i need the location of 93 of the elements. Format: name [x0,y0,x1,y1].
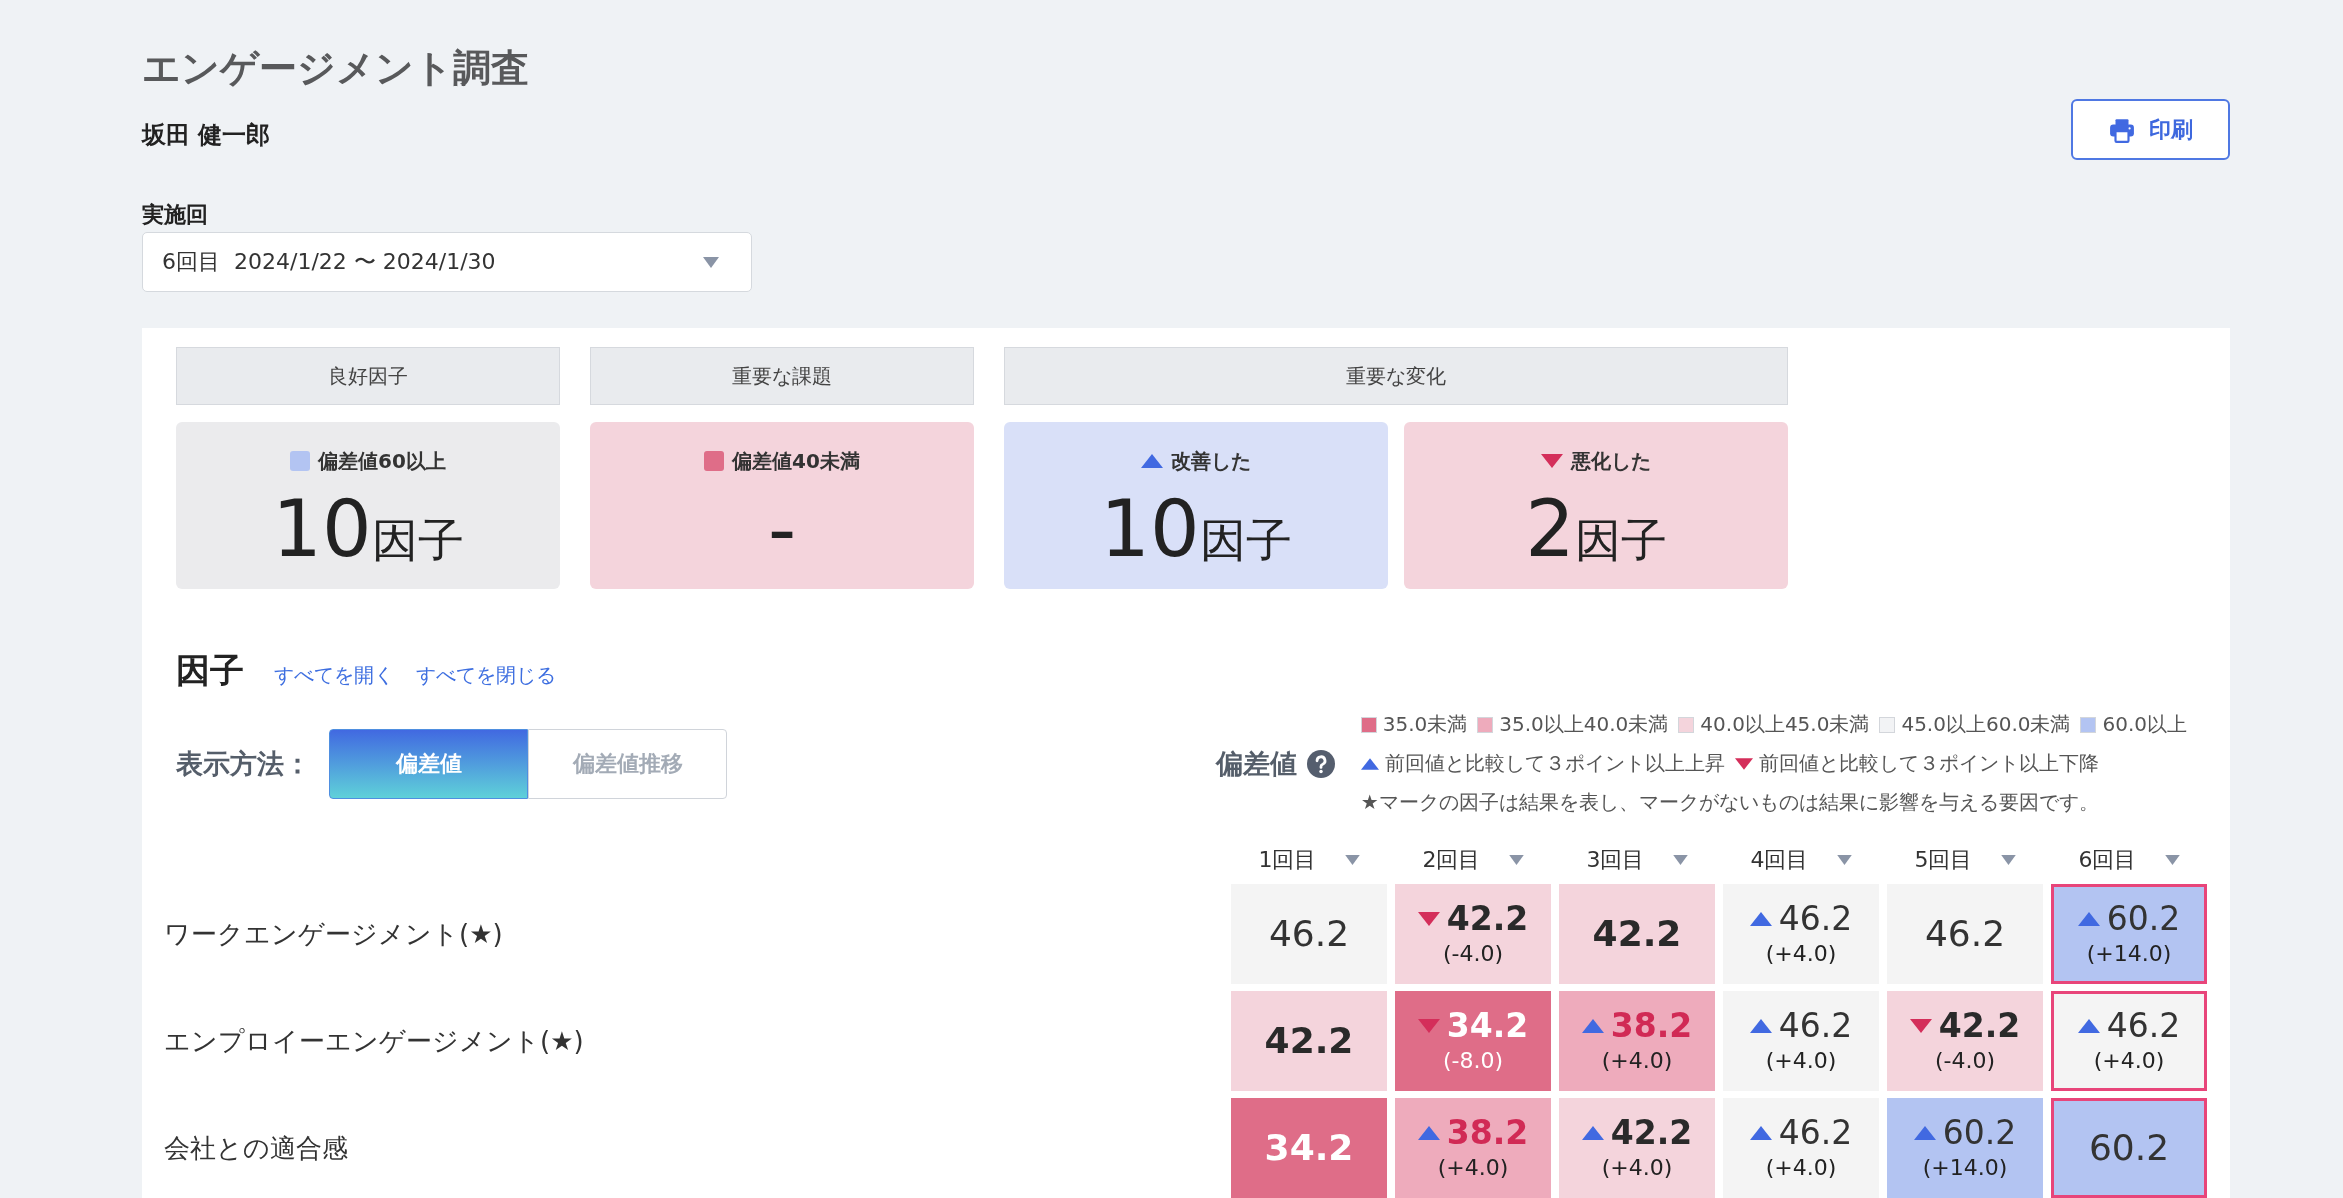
caret-icon [1672,855,1688,865]
score-value: 34.2 [1446,1006,1529,1046]
score-change: (+4.0) [1765,1047,1837,1075]
score-cell[interactable]: 46.2 [1231,884,1387,984]
person-name: 坂田 健一郎 [142,120,271,151]
help-icon [1306,749,1335,778]
card-label: 偏差値60以上 [318,448,446,474]
score-value: 46.2 [1268,912,1350,956]
score-value: 42.2 [1592,912,1682,956]
score-change: (-4.0) [1442,940,1504,968]
score-value: 60.2 [2088,1126,2170,1170]
page-title: エンゲージメント調査 [142,45,529,92]
score-change: (+4.0) [1765,940,1837,968]
score-cell[interactable]: 46.2 (+4.0) [1723,1098,1879,1198]
score-change: (+4.0) [1437,1154,1509,1182]
card-label: 偏差値40未満 [732,448,860,474]
score-change: (+4.0) [2093,1047,2165,1075]
score-value: 38.2 [1610,1006,1693,1046]
card-label: 改善した [1171,448,1251,474]
score-cell[interactable]: 42.2 (+4.0) [1559,1098,1715,1198]
factor-name: エンプロイーエンゲージメント(★) [164,1024,585,1058]
summary-header: 重要な変化 [1004,347,1788,405]
expand-all-link[interactable]: すべてを開く [274,662,394,689]
column-header[interactable]: 3回目 [1559,843,1715,877]
legend-label: 45.0以上60.0未満 [1901,711,2071,738]
factor-count: - [767,484,797,574]
score-cell[interactable]: 60.2 [2051,1098,2207,1198]
factor-count: 2 因子 [1525,484,1667,576]
factor-count: 10因子 [272,484,464,576]
score-value: 46.2 [1778,1006,1853,1046]
score-cell[interactable]: 42.2 (-4.0) [1887,991,2043,1091]
print-button[interactable]: 印刷 [2071,99,2230,160]
column-header[interactable]: 6回目 [2051,843,2207,877]
score-cell[interactable]: 42.2 [1231,991,1387,1091]
score-cell[interactable]: 60.2 (+14.0) [1887,1098,2043,1198]
factor-name: 会社との適合感 [164,1131,349,1165]
column-header[interactable]: 5回目 [1887,843,2043,877]
summary-header: 良好因子 [176,347,560,405]
score-cell[interactable]: 42.2 (-4.0) [1395,884,1551,984]
legend-label: 前回値と比較して３ポイント以上上昇 [1384,750,1725,777]
factor-name: ワークエンゲージメント(★) [164,917,504,951]
legend-label: 35.0以上40.0未満 [1499,711,1669,738]
summary-header: 重要な課題 [590,347,974,405]
score-change: (+14.0) [2086,940,2172,968]
score-cell[interactable]: 60.2 (+14.0) [2051,884,2207,984]
caret-icon [2164,855,2180,865]
score-cell[interactable]: 46.2 (+4.0) [1723,991,1879,1091]
score-value: 60.2 [1942,1113,2017,1153]
score-cell[interactable]: 42.2 [1559,884,1715,984]
caret-icon [2000,855,2016,865]
legend-label: 40.0以上45.0未満 [1700,711,1870,738]
legend-label: 前回値と比較して３ポイント以上下降 [1758,750,2099,777]
column-header[interactable]: 4回目 [1723,843,1879,877]
score-cell[interactable]: 46.2 (+4.0) [2051,991,2207,1091]
score-value: 46.2 [2106,1006,2181,1046]
score-value: 38.2 [1446,1113,1529,1153]
score-value: 46.2 [1924,912,2006,956]
score-change: (+4.0) [1765,1154,1837,1182]
field-label: 実施回 [142,201,208,229]
score-cell[interactable]: 46.2 (+4.0) [1723,884,1879,984]
printer-icon [2108,116,2135,143]
score-value: 46.2 [1778,1113,1853,1153]
score-change: (-4.0) [1934,1047,1996,1075]
score-value: 60.2 [2106,899,2181,939]
column-header[interactable]: 1回目 [1231,843,1387,877]
score-cell[interactable]: 38.2 (+4.0) [1559,991,1715,1091]
score-value: 42.2 [1264,1019,1354,1063]
view-label: 表示方法： [176,746,311,781]
score-value: 46.2 [1778,899,1853,939]
card-label: 悪化した [1571,448,1651,474]
caret-icon [703,256,719,268]
column-header[interactable]: 2回目 [1395,843,1551,877]
round-select[interactable]: 6回目 2024/1/22 〜 2024/1/30 [142,232,752,292]
caret-icon [1344,855,1360,865]
score-value: 34.2 [1264,1126,1354,1170]
score-value: 42.2 [1446,899,1529,939]
score-cell[interactable]: 46.2 [1887,884,2043,984]
score-change: (-8.0) [1442,1047,1504,1075]
score-change: (+4.0) [1601,1154,1673,1182]
score-value: 42.2 [1610,1113,1693,1153]
section-heading: 因子 [176,649,244,692]
score-change: (+4.0) [1601,1047,1673,1075]
legend-title: 偏差値 [1215,746,1297,781]
caret-icon [1836,855,1852,865]
score-change: (+14.0) [1922,1154,2008,1182]
score-cell[interactable]: 38.2 (+4.0) [1395,1098,1551,1198]
collapse-all-link[interactable]: すべてを閉じる [416,662,556,689]
legend-note: ★マークの因子は結果を表し、マークがないものは結果に影響を与える要因です。 [1360,789,2100,816]
score-value: 42.2 [1938,1006,2021,1046]
legend-label: 60.0以上 [2102,711,2187,738]
caret-icon [1508,855,1524,865]
legend-label: 35.0未満 [1382,711,1468,738]
factor-count: 10因子 [1100,484,1292,576]
